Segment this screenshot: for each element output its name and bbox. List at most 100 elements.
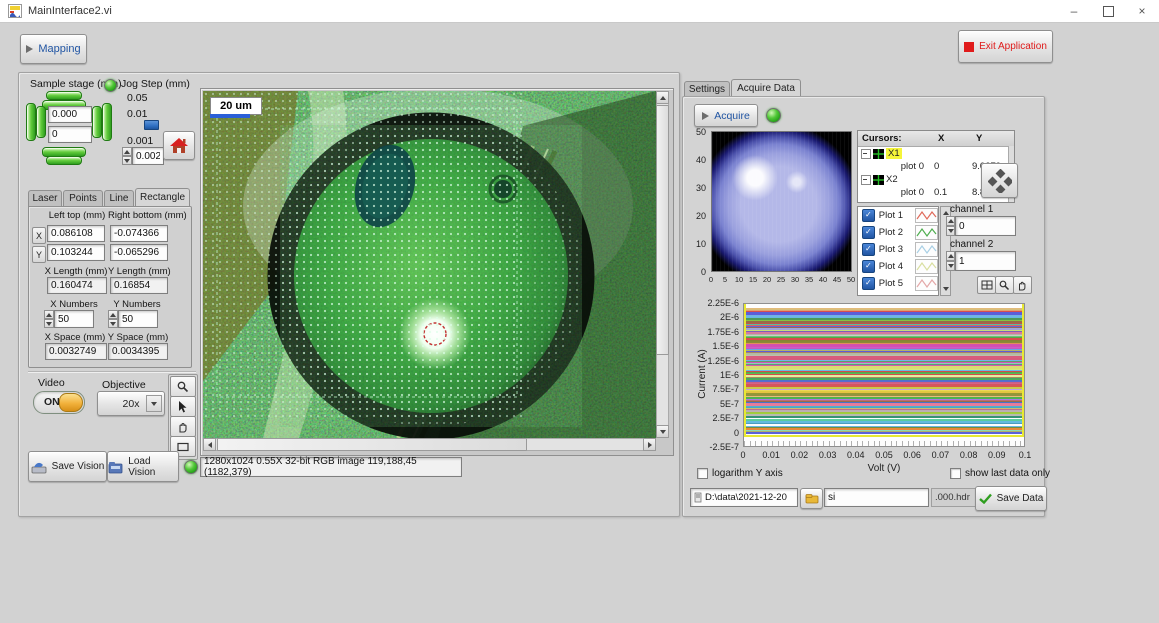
plot-style-preview[interactable] — [915, 242, 938, 257]
cursor-group-row[interactable]: X1 — [858, 147, 1014, 160]
plot-checkbox[interactable]: ✓ — [862, 260, 875, 273]
plot-style-preview[interactable] — [915, 259, 938, 274]
viewer-hscroll-thumb[interactable] — [217, 438, 527, 451]
viewer-vscroll-down-button[interactable] — [656, 425, 669, 438]
minimize-button[interactable]: – — [1057, 0, 1091, 22]
x-numbers-stepper[interactable] — [44, 310, 54, 328]
iv-trace — [744, 372, 1025, 373]
preview-y-tick-label: 50 — [686, 127, 706, 137]
zoom-tool-button[interactable] — [170, 376, 196, 397]
iv-trace — [744, 403, 1025, 406]
chart-minor-ticks — [744, 441, 1025, 447]
objective-dropdown[interactable]: 20x — [97, 391, 165, 416]
plot-label: Plot 3 — [879, 244, 911, 255]
jog-value-stepper[interactable] — [122, 147, 132, 165]
acquire-button[interactable]: Acquire — [694, 104, 758, 127]
chart-minor-tick — [975, 441, 976, 446]
tree-collapse-icon[interactable] — [861, 175, 871, 185]
legend-scroll-down[interactable] — [941, 284, 950, 294]
channel1-stepper[interactable] — [946, 216, 955, 236]
pan-tool-button[interactable] — [170, 416, 196, 437]
jog-step-option[interactable]: 0.05 — [127, 92, 147, 104]
channel2-stepper[interactable] — [946, 251, 955, 271]
show-last-checkbox[interactable] — [950, 468, 961, 479]
mapping-button[interactable]: Mapping — [20, 34, 87, 64]
run-arrow-icon — [702, 112, 709, 120]
iv-trace — [744, 382, 1025, 385]
chart-minor-tick — [891, 441, 892, 446]
cursor-move-pad-button[interactable] — [981, 163, 1018, 198]
stage-right-coarse-button[interactable] — [102, 103, 112, 141]
preview-x-tick-label: 50 — [844, 275, 858, 284]
stage-right-fine-button[interactable] — [92, 106, 102, 138]
jog-step-option[interactable]: 0.001 — [127, 135, 153, 147]
stage-up-fine-button[interactable] — [46, 91, 82, 100]
data-path-control[interactable]: D:\data\2021-12-20 — [690, 488, 798, 507]
viewer-hscroll-left-button[interactable] — [203, 438, 216, 451]
microscope-image[interactable]: 20 um — [203, 91, 656, 438]
save-vision-button[interactable]: Save Vision — [28, 451, 107, 482]
browse-folder-button[interactable] — [800, 488, 823, 509]
chart-minor-tick — [834, 441, 835, 446]
viewer-hscroll-right-button[interactable] — [643, 438, 656, 451]
tab-settings[interactable]: Settings — [684, 81, 730, 96]
stage-left-coarse-button[interactable] — [26, 103, 36, 141]
cursor-name[interactable]: X2 — [886, 174, 898, 185]
chart-minor-tick — [862, 441, 863, 446]
video-on-toggle[interactable]: ON — [33, 391, 85, 414]
iv-chart-plot-area[interactable] — [743, 303, 1025, 447]
tab-rectangle[interactable]: Rectangle — [135, 188, 190, 206]
x-numbers-field[interactable] — [54, 310, 94, 328]
left-top-x-field[interactable] — [47, 225, 105, 242]
dropdown-arrow-icon[interactable] — [146, 395, 162, 412]
right-bottom-label: Right bottom (mm) — [108, 210, 174, 221]
graph-zoom-palette-button[interactable] — [995, 276, 1014, 294]
chart-x-tick-label: 0.04 — [841, 450, 871, 460]
stage-down-fine-button[interactable] — [46, 156, 82, 165]
channel1-field[interactable] — [955, 216, 1016, 236]
stage-home-button[interactable] — [163, 131, 195, 160]
intensity-preview-plot[interactable] — [711, 131, 852, 272]
exit-application-button[interactable]: Exit Application — [958, 30, 1053, 63]
close-button[interactable]: × — [1125, 0, 1159, 22]
vision-status-led — [184, 460, 198, 474]
stage-x-field[interactable] — [48, 106, 92, 123]
viewer-vscroll-up-button[interactable] — [656, 91, 669, 104]
jog-value-field[interactable] — [132, 147, 164, 165]
viewer-vscroll-thumb[interactable] — [656, 105, 669, 355]
stage-left-fine-button[interactable] — [36, 106, 46, 138]
graph-pan-palette-button[interactable] — [1013, 276, 1032, 294]
plot-checkbox[interactable]: ✓ — [862, 243, 875, 256]
log-y-checkbox[interactable] — [697, 468, 708, 479]
tree-collapse-icon[interactable] — [861, 149, 871, 159]
y-numbers-stepper[interactable] — [108, 310, 118, 328]
cursor-name[interactable]: X1 — [886, 148, 902, 159]
maximize-button[interactable] — [1091, 0, 1125, 22]
jog-step-slider-handle[interactable] — [144, 120, 159, 130]
right-bottom-x-field[interactable] — [110, 225, 168, 242]
save-data-button[interactable]: Save Data — [975, 486, 1047, 511]
plot-checkbox[interactable]: ✓ — [862, 209, 875, 222]
chart-x-tick-label: 0 — [728, 450, 758, 460]
tab-laser[interactable]: Laser — [28, 190, 62, 206]
cursor-tool-button[interactable] — [170, 396, 196, 417]
plot-checkbox[interactable]: ✓ — [862, 226, 875, 239]
plot-style-preview[interactable] — [915, 208, 938, 223]
plot-checkbox[interactable]: ✓ — [862, 277, 875, 290]
stage-y-field[interactable] — [48, 126, 92, 143]
jog-step-option[interactable]: 0.01 — [127, 108, 147, 120]
load-vision-button[interactable]: Load Vision — [107, 451, 179, 482]
channel2-field[interactable] — [955, 251, 1016, 271]
graph-cursor-palette-button[interactable] — [977, 276, 996, 294]
plot-style-preview[interactable] — [915, 225, 938, 240]
tab-line[interactable]: Line — [104, 190, 134, 206]
right-bottom-y-field[interactable] — [110, 244, 168, 261]
left-top-y-field[interactable] — [47, 244, 105, 261]
file-prefix-field[interactable] — [824, 488, 929, 507]
tab-acquire-data[interactable]: Acquire Data — [731, 79, 801, 96]
plot-style-preview[interactable] — [915, 276, 938, 291]
tab-points[interactable]: Points — [63, 190, 103, 206]
y-numbers-field[interactable] — [118, 310, 158, 328]
toggle-flap — [59, 393, 83, 412]
diamond-pad-icon — [988, 169, 1012, 193]
